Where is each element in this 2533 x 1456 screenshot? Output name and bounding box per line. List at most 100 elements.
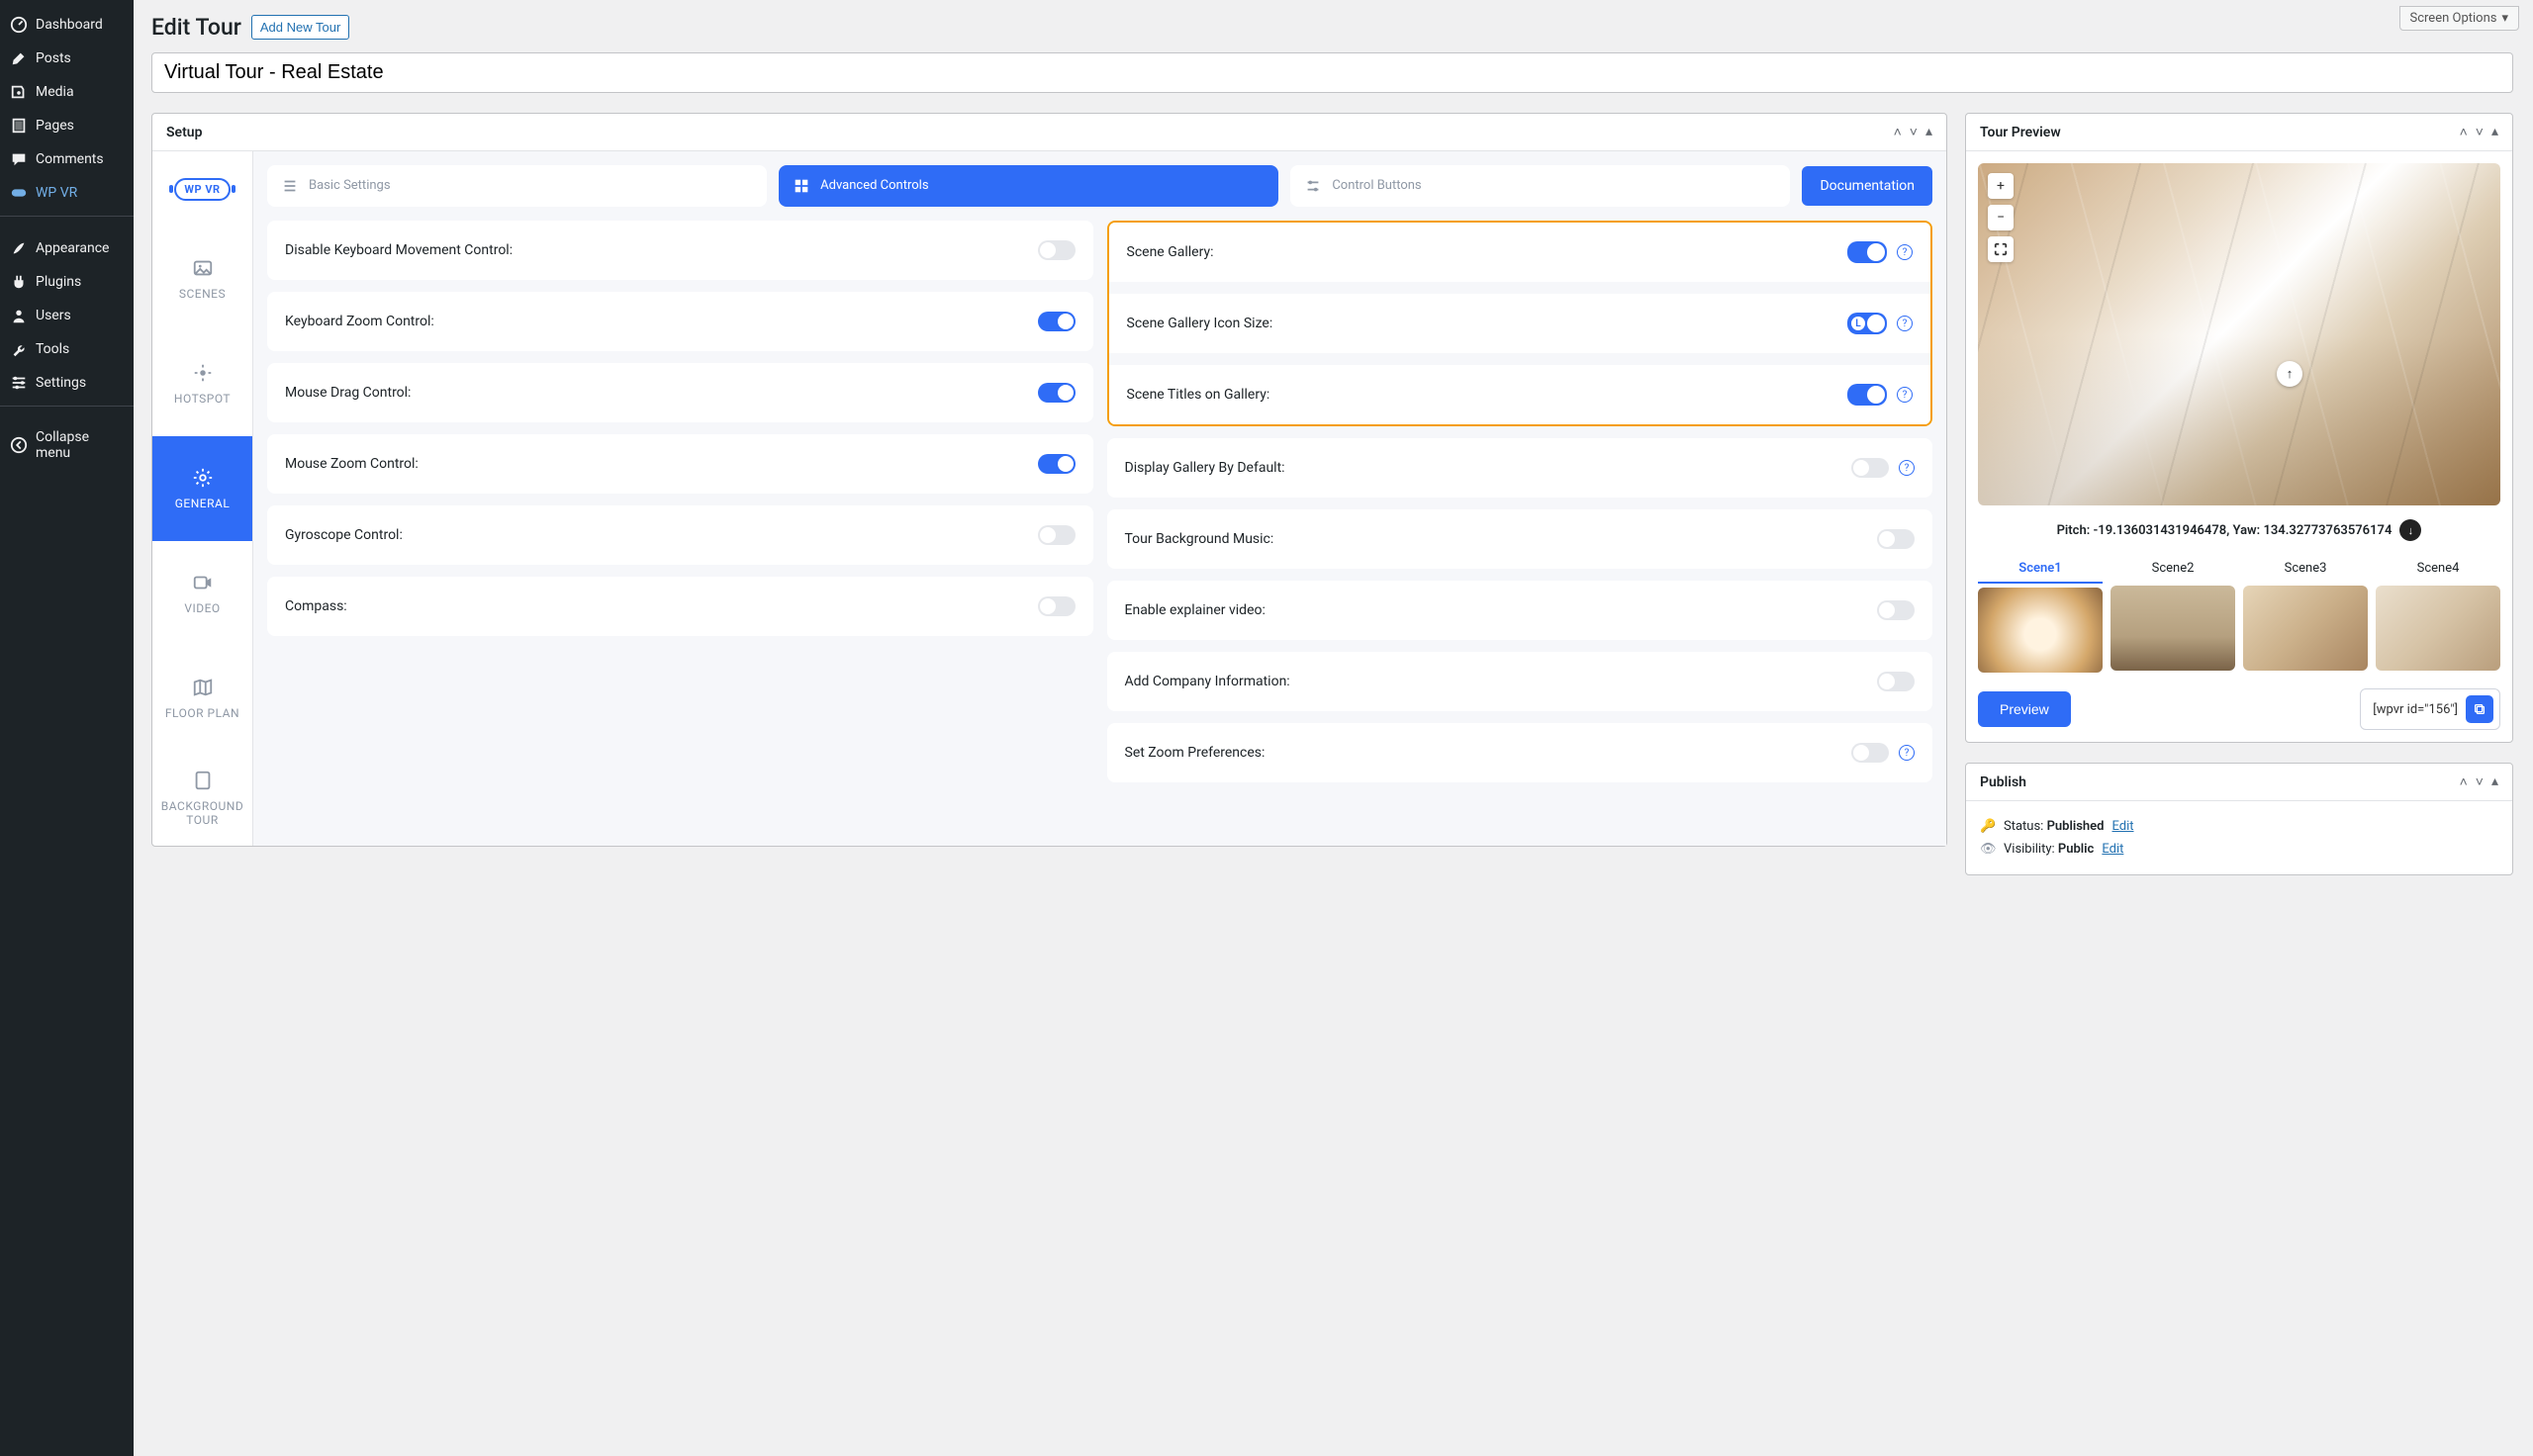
fullscreen-button[interactable] xyxy=(1988,236,2014,262)
admin-sidebar: Dashboard Posts Media Pages Comments WP … xyxy=(0,0,134,1456)
tour-title-input[interactable] xyxy=(151,52,2513,93)
edit-visibility-link[interactable]: Edit xyxy=(2102,842,2123,857)
help-icon[interactable]: ? xyxy=(1897,387,1913,403)
side-tab-hotspot[interactable]: HOTSPOT xyxy=(152,331,252,436)
row-keyboard-zoom: Keyboard Zoom Control: xyxy=(267,292,1093,351)
toggle-mouse-drag[interactable] xyxy=(1038,383,1076,403)
menu-collapse[interactable]: Collapse menu xyxy=(0,421,134,469)
menu-appearance[interactable]: Appearance xyxy=(0,231,134,265)
panel-down-icon[interactable]: ˅ xyxy=(2476,774,2484,790)
caret-down-icon: ▾ xyxy=(2501,11,2508,26)
menu-tools[interactable]: Tools xyxy=(0,332,134,366)
help-icon[interactable]: ? xyxy=(1897,316,1913,331)
coords-readout: Pitch: -19.136031431946478, Yaw: 134.327… xyxy=(1978,519,2500,541)
compass-indicator[interactable]: ↑ xyxy=(2277,361,2302,387)
tab-advanced-controls[interactable]: Advanced Controls xyxy=(779,165,1278,207)
toggle-disable-keyboard[interactable] xyxy=(1038,240,1076,260)
panel-toggle-icon[interactable]: ▴ xyxy=(2491,124,2498,140)
side-tab-background[interactable]: BACKGROUND TOUR xyxy=(152,751,252,846)
menu-wpvr[interactable]: WP VR xyxy=(0,176,134,210)
zoom-out-button[interactable]: − xyxy=(1988,205,2014,230)
side-tab-general[interactable]: GENERAL xyxy=(152,436,252,541)
plug-icon xyxy=(10,273,28,291)
panel-toggle-icon[interactable]: ▴ xyxy=(2491,774,2498,790)
toggle-bg-music[interactable] xyxy=(1877,529,1915,549)
menu-media[interactable]: Media xyxy=(0,75,134,109)
toggle-mouse-zoom[interactable] xyxy=(1038,454,1076,474)
collapse-icon xyxy=(10,436,28,454)
panel-toggle-icon[interactable]: ▴ xyxy=(1925,124,1932,140)
menu-pages[interactable]: Pages xyxy=(0,109,134,142)
panel-up-icon[interactable]: ˄ xyxy=(2460,124,2468,140)
setup-heading: Setup xyxy=(166,125,202,140)
gear-icon xyxy=(192,467,214,489)
row-disable-keyboard: Disable Keyboard Movement Control: xyxy=(267,221,1093,280)
screen-options-button[interactable]: Screen Options ▾ xyxy=(2399,6,2520,31)
panel-up-icon[interactable]: ˄ xyxy=(1894,124,1902,140)
scene-tab-4[interactable]: Scene4 xyxy=(2376,555,2500,673)
side-tab-floorplan[interactable]: FLOOR PLAN xyxy=(152,646,252,751)
scene-tab-1[interactable]: Scene1 xyxy=(1978,555,2103,673)
vr-icon xyxy=(10,184,28,202)
menu-dashboard[interactable]: Dashboard xyxy=(0,8,134,42)
documentation-button[interactable]: Documentation xyxy=(1802,166,1932,206)
map-icon xyxy=(192,677,214,698)
row-mouse-drag: Mouse Drag Control: xyxy=(267,363,1093,422)
pin-icon xyxy=(10,49,28,67)
help-icon[interactable]: ? xyxy=(1899,460,1915,476)
toggle-compass[interactable] xyxy=(1038,596,1076,616)
scene-tab-2[interactable]: Scene2 xyxy=(2111,555,2235,673)
shortcode-box: [wpvr id="156"] xyxy=(2360,688,2500,730)
side-tab-scenes[interactable]: SCENES xyxy=(152,227,252,331)
panel-up-icon[interactable]: ˄ xyxy=(2460,774,2468,790)
row-company: Add Company Information: xyxy=(1107,652,1933,711)
toggle-display-default[interactable] xyxy=(1851,458,1889,478)
row-gyroscope: Gyroscope Control: xyxy=(267,505,1093,565)
scene-thumbnail xyxy=(2243,586,2368,671)
menu-posts[interactable]: Posts xyxy=(0,42,134,75)
toggle-scene-gallery[interactable] xyxy=(1847,241,1887,263)
help-icon[interactable]: ? xyxy=(1897,244,1913,260)
zoom-in-button[interactable]: + xyxy=(1988,173,2014,199)
toggle-gyroscope[interactable] xyxy=(1038,525,1076,545)
preview-heading: Tour Preview xyxy=(1980,125,2061,140)
preview-button[interactable]: Preview xyxy=(1978,691,2071,727)
toggle-zoom-pref[interactable] xyxy=(1851,743,1889,763)
panel-down-icon[interactable]: ˅ xyxy=(1910,124,1918,140)
setup-panel: Setup ˄ ˅ ▴ WP VR SCENES xyxy=(151,113,1947,847)
media-icon xyxy=(10,83,28,101)
tab-control-buttons[interactable]: Control Buttons xyxy=(1290,165,1790,207)
publish-visibility-row: 👁 Visibility: Public Edit xyxy=(1980,838,2498,861)
tour-viewer[interactable]: + − ↑ xyxy=(1978,163,2500,505)
dashboard-icon xyxy=(10,16,28,34)
tab-basic-settings[interactable]: Basic Settings xyxy=(267,165,767,207)
toggle-scene-titles[interactable] xyxy=(1847,384,1887,406)
menu-settings[interactable]: Settings xyxy=(0,366,134,400)
scene-tab-3[interactable]: Scene3 xyxy=(2243,555,2368,673)
edit-status-link[interactable]: Edit xyxy=(2111,819,2133,834)
copy-shortcode-button[interactable] xyxy=(2466,695,2493,723)
side-tab-video[interactable]: VIDEO xyxy=(152,541,252,646)
menu-plugins[interactable]: Plugins xyxy=(0,265,134,299)
toggle-gallery-icon-size[interactable]: L xyxy=(1847,313,1887,334)
scene-thumbnail xyxy=(2376,586,2500,671)
menu-comments[interactable]: Comments xyxy=(0,142,134,176)
wpvr-logo: WP VR xyxy=(152,151,252,227)
row-mouse-zoom: Mouse Zoom Control: xyxy=(267,434,1093,494)
toggle-keyboard-zoom[interactable] xyxy=(1038,312,1076,331)
row-gallery-icon-size: Scene Gallery Icon Size:L? xyxy=(1109,294,1931,353)
help-icon[interactable]: ? xyxy=(1899,745,1915,761)
toggle-explainer[interactable] xyxy=(1877,600,1915,620)
comment-icon xyxy=(10,150,28,168)
list-icon xyxy=(281,177,299,195)
image-icon xyxy=(192,257,214,279)
row-scene-gallery: Scene Gallery:? xyxy=(1109,223,1931,282)
row-display-default: Display Gallery By Default:? xyxy=(1107,438,1933,498)
add-new-tour-button[interactable]: Add New Tour xyxy=(251,15,349,40)
menu-users[interactable]: Users xyxy=(0,299,134,332)
toggle-company[interactable] xyxy=(1877,672,1915,691)
publish-panel: Publish ˄˅▴ 🔑 Status: Published Edit 👁 V… xyxy=(1965,763,2513,875)
panel-down-icon[interactable]: ˅ xyxy=(2476,124,2484,140)
download-icon[interactable]: ↓ xyxy=(2399,519,2421,541)
row-zoom-pref: Set Zoom Preferences:? xyxy=(1107,723,1933,782)
